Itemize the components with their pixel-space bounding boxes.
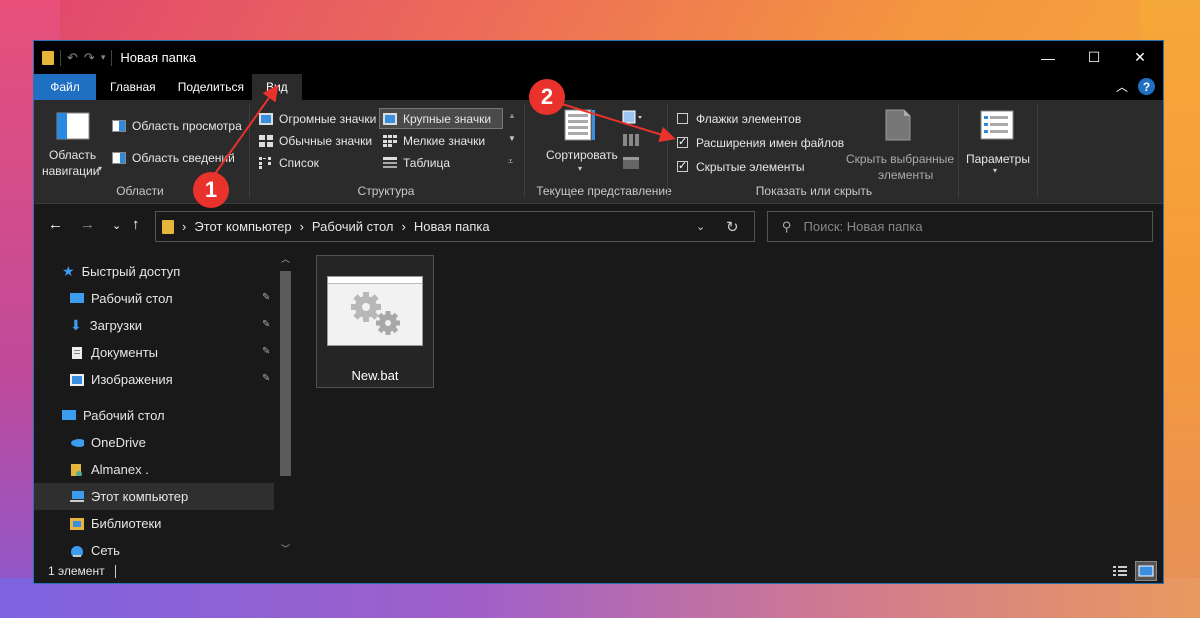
annotation-arrow-2 [561, 103, 676, 143]
annotation-arrow-1 [211, 84, 279, 179]
annotation-badge-1: 1 [193, 172, 229, 208]
annotation-arrows [211, 84, 676, 179]
annotation-badge-2: 2 [529, 79, 565, 115]
